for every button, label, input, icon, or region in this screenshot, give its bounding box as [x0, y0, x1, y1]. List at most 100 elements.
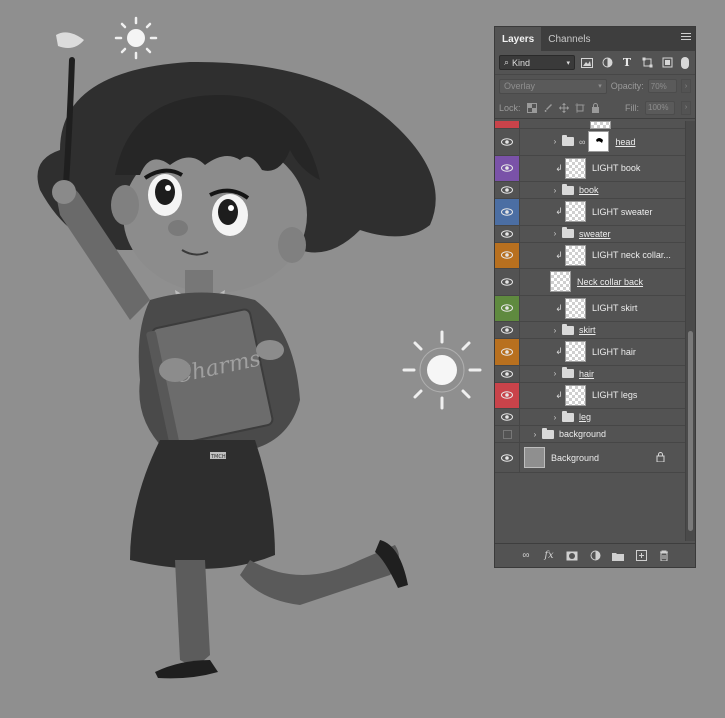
expand-chevron-icon[interactable]: › — [550, 369, 560, 378]
layer-color-tag — [495, 121, 520, 128]
layer-row[interactable]: ↲ LIGHT hair — [495, 339, 685, 366]
eye-icon[interactable] — [495, 225, 520, 242]
link-layers-icon[interactable]: ∞ — [519, 549, 533, 563]
filter-pixel-icon[interactable] — [579, 56, 595, 70]
expand-chevron-icon[interactable]: › — [550, 186, 560, 195]
layer-row[interactable]: Background — [495, 443, 685, 473]
fx-icon[interactable]: fx — [542, 549, 556, 563]
layer-row[interactable]: › ∞ head — [495, 129, 685, 156]
layers-scrollbar[interactable] — [685, 121, 695, 541]
lock-icon — [656, 451, 665, 464]
expand-chevron-icon[interactable]: › — [550, 326, 560, 335]
clipping-mask-icon: ↲ — [555, 249, 563, 260]
tab-channels[interactable]: Channels — [541, 27, 597, 51]
layer-name: background — [559, 429, 607, 439]
layer-row[interactable]: › skirt — [495, 322, 685, 339]
filter-row: ⌕ Kind ▾ T — [495, 51, 695, 75]
lock-brush-icon[interactable] — [543, 103, 553, 113]
panel-menu-icon[interactable] — [681, 33, 691, 43]
tab-layers[interactable]: Layers — [495, 27, 542, 51]
chevron-down-icon: ▾ — [566, 59, 570, 67]
layer-name: LIGHT book — [592, 163, 641, 174]
layer-row[interactable]: ↲ LIGHT sweater — [495, 199, 685, 226]
expand-chevron-icon[interactable]: › — [550, 229, 560, 238]
eye-icon[interactable] — [495, 339, 520, 365]
filter-type-icon[interactable]: T — [619, 56, 635, 70]
layer-name: LIGHT neck collar... — [592, 250, 671, 261]
trash-icon[interactable] — [657, 549, 671, 563]
eye-icon[interactable] — [495, 322, 520, 338]
clipping-mask-icon: ↲ — [555, 206, 563, 217]
eye-icon[interactable] — [495, 365, 520, 382]
eye-icon[interactable] — [495, 155, 520, 181]
layer-name: LIGHT legs — [592, 390, 638, 401]
expand-chevron-icon[interactable]: › — [530, 430, 540, 439]
scrollbar-thumb[interactable] — [688, 331, 693, 531]
fill-chevron-icon[interactable]: › — [681, 100, 691, 115]
layer-name: Background — [551, 452, 600, 463]
layer-row[interactable]: ↲ LIGHT book — [495, 155, 685, 182]
fill-field[interactable]: 100% — [645, 100, 675, 115]
folder-icon — [562, 367, 574, 378]
clipping-mask-icon: ↲ — [555, 389, 563, 400]
layer-thumbnail — [565, 157, 586, 179]
panel-tabs: Layers Channels — [495, 27, 695, 51]
new-layer-icon[interactable] — [634, 549, 648, 563]
filter-kind-select[interactable]: ⌕ Kind ▾ — [499, 55, 575, 70]
fill-label: Fill: — [625, 102, 639, 113]
expand-chevron-icon[interactable]: › — [550, 413, 560, 422]
eye-icon[interactable] — [495, 199, 520, 225]
folder-icon — [542, 427, 554, 439]
layer-row[interactable]: › book — [495, 182, 685, 199]
eye-icon[interactable] — [495, 443, 520, 472]
lock-artboard-icon[interactable] — [574, 102, 585, 113]
chevron-down-icon: ▾ — [598, 83, 602, 90]
blend-mode-value: Overlay — [504, 81, 536, 91]
layer-thumbnail — [565, 341, 586, 363]
add-mask-icon[interactable] — [565, 549, 579, 563]
eye-icon[interactable] — [495, 269, 520, 295]
layer-row[interactable]: Neck collar back — [495, 269, 685, 296]
visibility-toggle-empty[interactable] — [495, 426, 520, 442]
opacity-field[interactable]: 70% — [647, 79, 678, 93]
lock-move-icon[interactable] — [558, 102, 569, 113]
expand-chevron-icon[interactable]: › — [550, 137, 560, 146]
layer-row[interactable]: ↲ LIGHT skirt — [495, 295, 685, 322]
blend-row: Overlay ▾ Opacity: 70% › — [495, 75, 695, 97]
blend-mode-select[interactable]: Overlay ▾ — [499, 78, 607, 94]
eye-icon[interactable] — [495, 129, 520, 155]
lock-transparent-icon[interactable] — [526, 102, 537, 113]
layers-list: › ∞ head ↲ LIGHT book › book ↲ LIGHT swe… — [495, 121, 685, 541]
eye-icon[interactable] — [495, 242, 520, 268]
layer-row[interactable]: ↲ LIGHT neck collar... — [495, 242, 685, 269]
layer-row[interactable]: › background — [495, 426, 685, 443]
filter-adjustment-icon[interactable] — [599, 56, 615, 70]
filter-shape-icon[interactable] — [639, 56, 655, 70]
eye-icon[interactable] — [495, 409, 520, 425]
opacity-label: Opacity: — [610, 81, 644, 91]
layer-row[interactable]: › leg — [495, 409, 685, 426]
eye-icon[interactable] — [495, 182, 520, 198]
clipping-mask-icon: ↲ — [555, 162, 563, 173]
filter-smartobject-icon[interactable] — [659, 56, 675, 70]
layer-name: head — [615, 136, 636, 147]
layer-row[interactable]: › sweater — [495, 225, 685, 243]
layer-name: LIGHT sweater — [592, 206, 653, 217]
layer-row[interactable]: ↲ LIGHT legs — [495, 382, 685, 409]
eye-icon[interactable] — [495, 295, 520, 321]
layer-row[interactable]: › hair — [495, 365, 685, 383]
canvas-artwork: Charms TMCH — [37, 16, 482, 679]
layer-thumbnail — [565, 384, 586, 406]
new-group-icon[interactable] — [611, 549, 625, 563]
layer-thumbnail — [524, 447, 545, 468]
filter-toggle[interactable] — [681, 56, 689, 69]
search-icon: ⌕ — [504, 57, 510, 67]
eye-icon[interactable] — [495, 382, 520, 408]
layer-row[interactable] — [495, 121, 685, 129]
lock-all-icon[interactable] — [591, 102, 601, 113]
mask-thumbnail — [588, 131, 610, 153]
lock-label: Lock: — [499, 102, 521, 113]
adjustment-layer-icon[interactable] — [588, 549, 602, 563]
opacity-chevron-icon[interactable]: › — [681, 79, 691, 93]
layer-name: book — [579, 185, 599, 195]
